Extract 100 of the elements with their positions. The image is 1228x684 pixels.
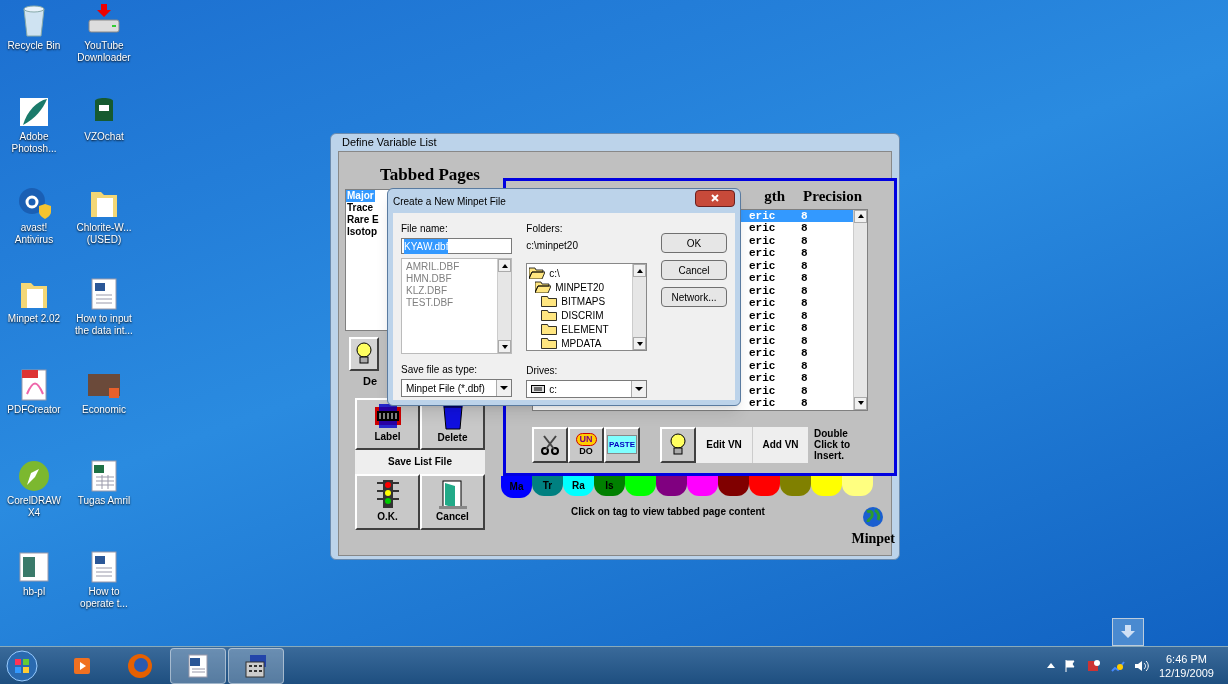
volume-icon[interactable] bbox=[1134, 659, 1149, 672]
table-cell: 8 bbox=[801, 334, 808, 347]
color-tab[interactable] bbox=[811, 475, 842, 496]
pen-nib-icon bbox=[17, 459, 51, 493]
desktop-shortcut[interactable]: VZOchat bbox=[72, 95, 136, 186]
folder-item[interactable]: DISCRIM bbox=[527, 308, 632, 322]
desktop-shortcut[interactable]: How to operate t... bbox=[72, 550, 136, 641]
desktop-shortcut[interactable]: Adobe Photosh... bbox=[2, 95, 66, 186]
open-folder-icon bbox=[535, 281, 552, 293]
table-cell-text: eric bbox=[749, 284, 777, 297]
taskbar-button[interactable] bbox=[170, 647, 226, 684]
desktop-shortcut[interactable]: CorelDRAW X4 bbox=[2, 459, 66, 550]
scroll-down-icon[interactable] bbox=[854, 396, 867, 410]
panel-title: Tabbed Pages bbox=[380, 163, 480, 186]
folder-item[interactable]: BITMAPS bbox=[527, 294, 632, 308]
table-cell: 8 bbox=[801, 347, 808, 360]
folder-item[interactable]: c:\ bbox=[527, 266, 632, 280]
scroll-up-icon[interactable] bbox=[854, 209, 867, 223]
table-cell: 8 bbox=[801, 222, 808, 235]
define-caption: De bbox=[363, 374, 378, 389]
save-list-button[interactable]: Save List File bbox=[355, 449, 485, 474]
scroll-up-icon[interactable] bbox=[633, 264, 646, 277]
desktop-shortcut[interactable]: Economic bbox=[72, 368, 136, 459]
folder-item[interactable]: ELEMENT bbox=[527, 322, 632, 336]
add-vn-button[interactable]: Add VN bbox=[752, 426, 808, 463]
scroll-up-icon[interactable] bbox=[498, 259, 512, 272]
shield-icon bbox=[17, 186, 51, 220]
application-window-icon bbox=[244, 653, 268, 678]
edit-vn-button[interactable]: Edit VN bbox=[696, 426, 752, 463]
paste-button[interactable]: PASTE bbox=[604, 426, 640, 463]
hint-button[interactable] bbox=[349, 337, 379, 371]
file-item[interactable]: KLZ.DBF bbox=[406, 285, 448, 297]
color-tab[interactable] bbox=[687, 475, 718, 496]
close-button[interactable] bbox=[695, 189, 735, 207]
list-item[interactable]: Rare E bbox=[346, 214, 380, 226]
download-tray-icon[interactable] bbox=[1112, 618, 1144, 646]
table-cell-text: eric bbox=[749, 297, 777, 310]
desktop-shortcut[interactable]: How to input the data int... bbox=[72, 277, 136, 368]
undo-button[interactable]: UN DO bbox=[568, 426, 604, 463]
app-logo-text: Minpet bbox=[851, 529, 895, 548]
fox-globe-icon bbox=[127, 652, 153, 679]
table-cell-text: eric bbox=[749, 397, 777, 410]
webpage-icon bbox=[17, 550, 51, 584]
dropdown-field[interactable]: Minpet File (*.dbf) bbox=[401, 379, 513, 397]
desktop-shortcut[interactable]: PDFCreator bbox=[2, 368, 66, 459]
scrollbar[interactable] bbox=[497, 259, 512, 353]
color-tab[interactable]: Ra bbox=[563, 475, 594, 496]
file-item[interactable]: TEST.DBF bbox=[406, 297, 454, 309]
desktop-shortcut[interactable]: Tugas Amril bbox=[72, 459, 136, 550]
desktop-shortcut[interactable]: Recycle Bin bbox=[2, 4, 66, 95]
folder-item[interactable]: MPDATA bbox=[527, 336, 632, 350]
flag-icon[interactable] bbox=[1064, 659, 1077, 672]
cut-button[interactable] bbox=[532, 426, 568, 463]
color-tab[interactable] bbox=[656, 475, 687, 496]
color-tab[interactable] bbox=[718, 475, 749, 496]
file-item[interactable]: HMN.DBF bbox=[406, 273, 452, 285]
table-cell-text: eric bbox=[749, 334, 777, 347]
table-cell-text: eric bbox=[749, 384, 777, 397]
dialog-title: Create a New Minpet File bbox=[393, 194, 506, 209]
table-cell: 8 bbox=[801, 284, 808, 297]
toolbar-button[interactable]: Cancel bbox=[420, 473, 485, 530]
dialog-button[interactable]: OK bbox=[661, 233, 727, 253]
network-icon[interactable] bbox=[1086, 658, 1101, 673]
taskbar-button[interactable] bbox=[228, 647, 284, 684]
scroll-down-icon[interactable] bbox=[498, 340, 512, 353]
table-cell-text: eric bbox=[749, 209, 777, 222]
folder-icon bbox=[541, 337, 558, 349]
toolbar-button[interactable]: Label bbox=[355, 397, 420, 450]
folder-icon bbox=[541, 323, 558, 335]
table-cell-text: eric bbox=[749, 259, 777, 272]
drive-icon bbox=[531, 385, 546, 393]
desktop-shortcut[interactable]: avast! Antivirus bbox=[2, 186, 66, 277]
desktop-shortcut[interactable]: YouTube Downloader bbox=[72, 4, 136, 95]
dialog-button[interactable]: Cancel bbox=[661, 260, 727, 280]
folder-item[interactable]: MINPET20 bbox=[527, 280, 632, 294]
color-tab[interactable]: Tr bbox=[532, 475, 563, 496]
dropdown-field[interactable]: c: bbox=[526, 380, 647, 398]
color-tab[interactable] bbox=[749, 475, 780, 496]
scrollbar[interactable] bbox=[632, 264, 646, 350]
show-hidden-icon[interactable] bbox=[1046, 663, 1055, 668]
hint-button[interactable] bbox=[660, 426, 696, 463]
toolbar-button[interactable]: O.K. bbox=[355, 473, 420, 530]
color-tab[interactable] bbox=[625, 475, 656, 496]
list-item[interactable]: Trace bbox=[346, 202, 375, 214]
scrollbar[interactable] bbox=[853, 209, 867, 410]
table-cell-text: eric bbox=[749, 347, 777, 360]
table-cell-text: eric bbox=[749, 309, 777, 322]
color-tab[interactable]: Is bbox=[594, 475, 625, 496]
color-tab[interactable] bbox=[780, 475, 811, 496]
dialog-button[interactable]: Network... bbox=[661, 287, 727, 307]
desktop-shortcut[interactable]: Minpet 2.02 bbox=[2, 277, 66, 368]
desktop-shortcut[interactable]: Chlorite-W... (USED) bbox=[72, 186, 136, 277]
scroll-down-icon[interactable] bbox=[633, 337, 646, 350]
desktop-shortcut[interactable]: hb-pl bbox=[2, 550, 66, 641]
clock[interactable]: 6:46 PM 12/19/2009 bbox=[1158, 651, 1214, 680]
file-item[interactable]: AMRIL.DBF bbox=[406, 261, 460, 273]
list-item[interactable]: Isotop bbox=[346, 226, 378, 238]
field-label: File name: bbox=[401, 222, 449, 236]
color-tab[interactable] bbox=[842, 475, 873, 496]
table-cell: 8 bbox=[801, 397, 808, 410]
